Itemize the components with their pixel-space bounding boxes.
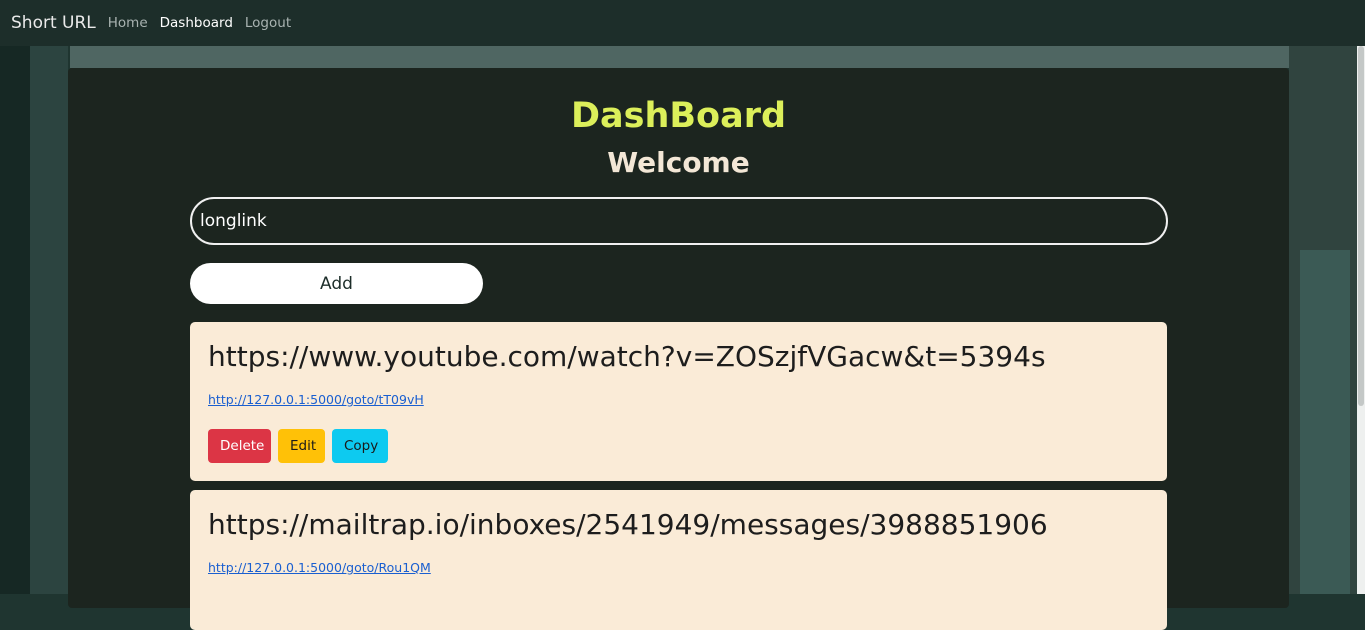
- scrollbar-thumb[interactable]: [1358, 46, 1364, 406]
- top-navbar: Short URL Home Dashboard Logout: [0, 0, 1365, 46]
- dashboard-panel: DashBoard Welcome Add https://www.youtub…: [68, 68, 1289, 630]
- short-url-link[interactable]: http://127.0.0.1:5000/goto/Rou1QM: [208, 560, 431, 575]
- long-link-input[interactable]: [190, 197, 1168, 245]
- long-url-text: https://www.youtube.com/watch?v=ZOSzjfVG…: [208, 340, 1046, 373]
- link-card: https://mailtrap.io/inboxes/2541949/mess…: [190, 490, 1167, 630]
- add-button[interactable]: Add: [190, 263, 483, 304]
- nav-logout-link[interactable]: Logout: [245, 15, 291, 31]
- copy-button[interactable]: Copy: [332, 429, 388, 463]
- short-url-link[interactable]: http://127.0.0.1:5000/goto/tT09vH: [208, 392, 424, 407]
- page-title: DashBoard: [570, 96, 787, 136]
- welcome-heading: Welcome: [607, 146, 750, 179]
- brand-link[interactable]: Short URL: [11, 13, 96, 33]
- nav-home-link[interactable]: Home: [108, 15, 148, 31]
- edit-button[interactable]: Edit: [278, 429, 325, 463]
- delete-button[interactable]: Delete: [208, 429, 271, 463]
- link-card: https://www.youtube.com/watch?v=ZOSzjfVG…: [190, 322, 1167, 481]
- long-url-text: https://mailtrap.io/inboxes/2541949/mess…: [208, 508, 1048, 541]
- nav-dashboard-link[interactable]: Dashboard: [160, 15, 233, 31]
